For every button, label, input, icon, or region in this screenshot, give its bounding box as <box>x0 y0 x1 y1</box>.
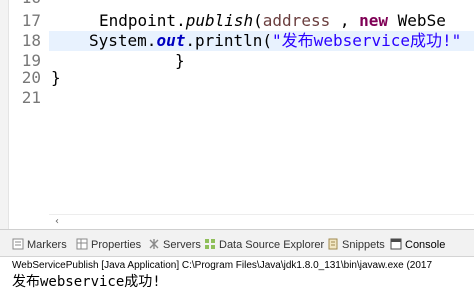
snippets-icon <box>328 238 338 250</box>
tab-label: Servers <box>163 239 201 251</box>
data-source-explorer-icon <box>205 239 215 249</box>
code-token: ( <box>253 11 263 30</box>
scroll-left-icon[interactable]: ‹ <box>55 216 59 228</box>
horizontal-scrollbar[interactable]: ‹ <box>49 214 474 228</box>
code-area[interactable]: Endpoint.publish(address , new WebSe Sys… <box>49 0 474 229</box>
code-token: Endpoint. <box>99 11 186 30</box>
bottom-panel: Markers Properties Servers Data Source E… <box>0 229 474 291</box>
tab-snippets[interactable]: Snippets <box>327 236 385 254</box>
line-number: 17 <box>21 11 41 30</box>
code-token-param: address <box>262 11 331 30</box>
editor-left-ruler <box>0 0 9 229</box>
code-token-keyword: new <box>359 11 389 30</box>
code-line-17[interactable]: Endpoint.publish(address , new WebSe <box>49 11 474 31</box>
tab-markers[interactable]: Markers <box>12 236 67 254</box>
tab-label: Properties <box>91 239 142 251</box>
code-line-20[interactable]: } <box>49 68 474 88</box>
tab-label: Data Source Explorer <box>219 239 325 251</box>
tab-label: Console <box>405 239 446 251</box>
code-token-method: publish <box>185 11 254 30</box>
code-token: System. <box>89 31 157 50</box>
console-output[interactable]: 发布webservice成功! <box>12 273 161 291</box>
code-line-18[interactable]: System.out.println("发布webservice成功!" <box>49 31 474 51</box>
code-token-field: out <box>156 31 186 50</box>
line-number: 21 <box>21 88 41 107</box>
tab-properties[interactable]: Properties <box>76 236 141 254</box>
console-icon <box>390 238 402 250</box>
line-number: 16 <box>9 0 41 8</box>
tab-console[interactable]: Console <box>390 236 445 254</box>
code-token: WebSe <box>388 11 446 30</box>
code-editor[interactable]: 16 17 18 19 20 21 Endpoint.publish(addre… <box>0 0 474 229</box>
panel-tab-bar: Markers Properties Servers Data Source E… <box>0 230 474 257</box>
code-token: } <box>51 68 61 87</box>
tab-label: Snippets <box>342 239 385 251</box>
line-number-gutter: 16 17 18 19 20 21 <box>9 0 49 229</box>
line-number: 20 <box>21 68 41 87</box>
line-number: 18 <box>21 31 41 50</box>
code-token: , <box>330 11 360 30</box>
properties-icon <box>76 238 88 250</box>
servers-icon <box>149 239 159 249</box>
code-token: .println( <box>185 31 273 50</box>
tab-data-source-explorer[interactable]: Data Source Explorer <box>204 236 324 254</box>
tab-servers[interactable]: Servers <box>148 236 201 254</box>
console-process-title: WebServicePublish [Java Application] C:\… <box>12 260 433 271</box>
markers-icon <box>12 238 24 250</box>
code-token-string: "发布webservice成功!" <box>272 31 462 50</box>
tab-label: Markers <box>27 239 67 251</box>
